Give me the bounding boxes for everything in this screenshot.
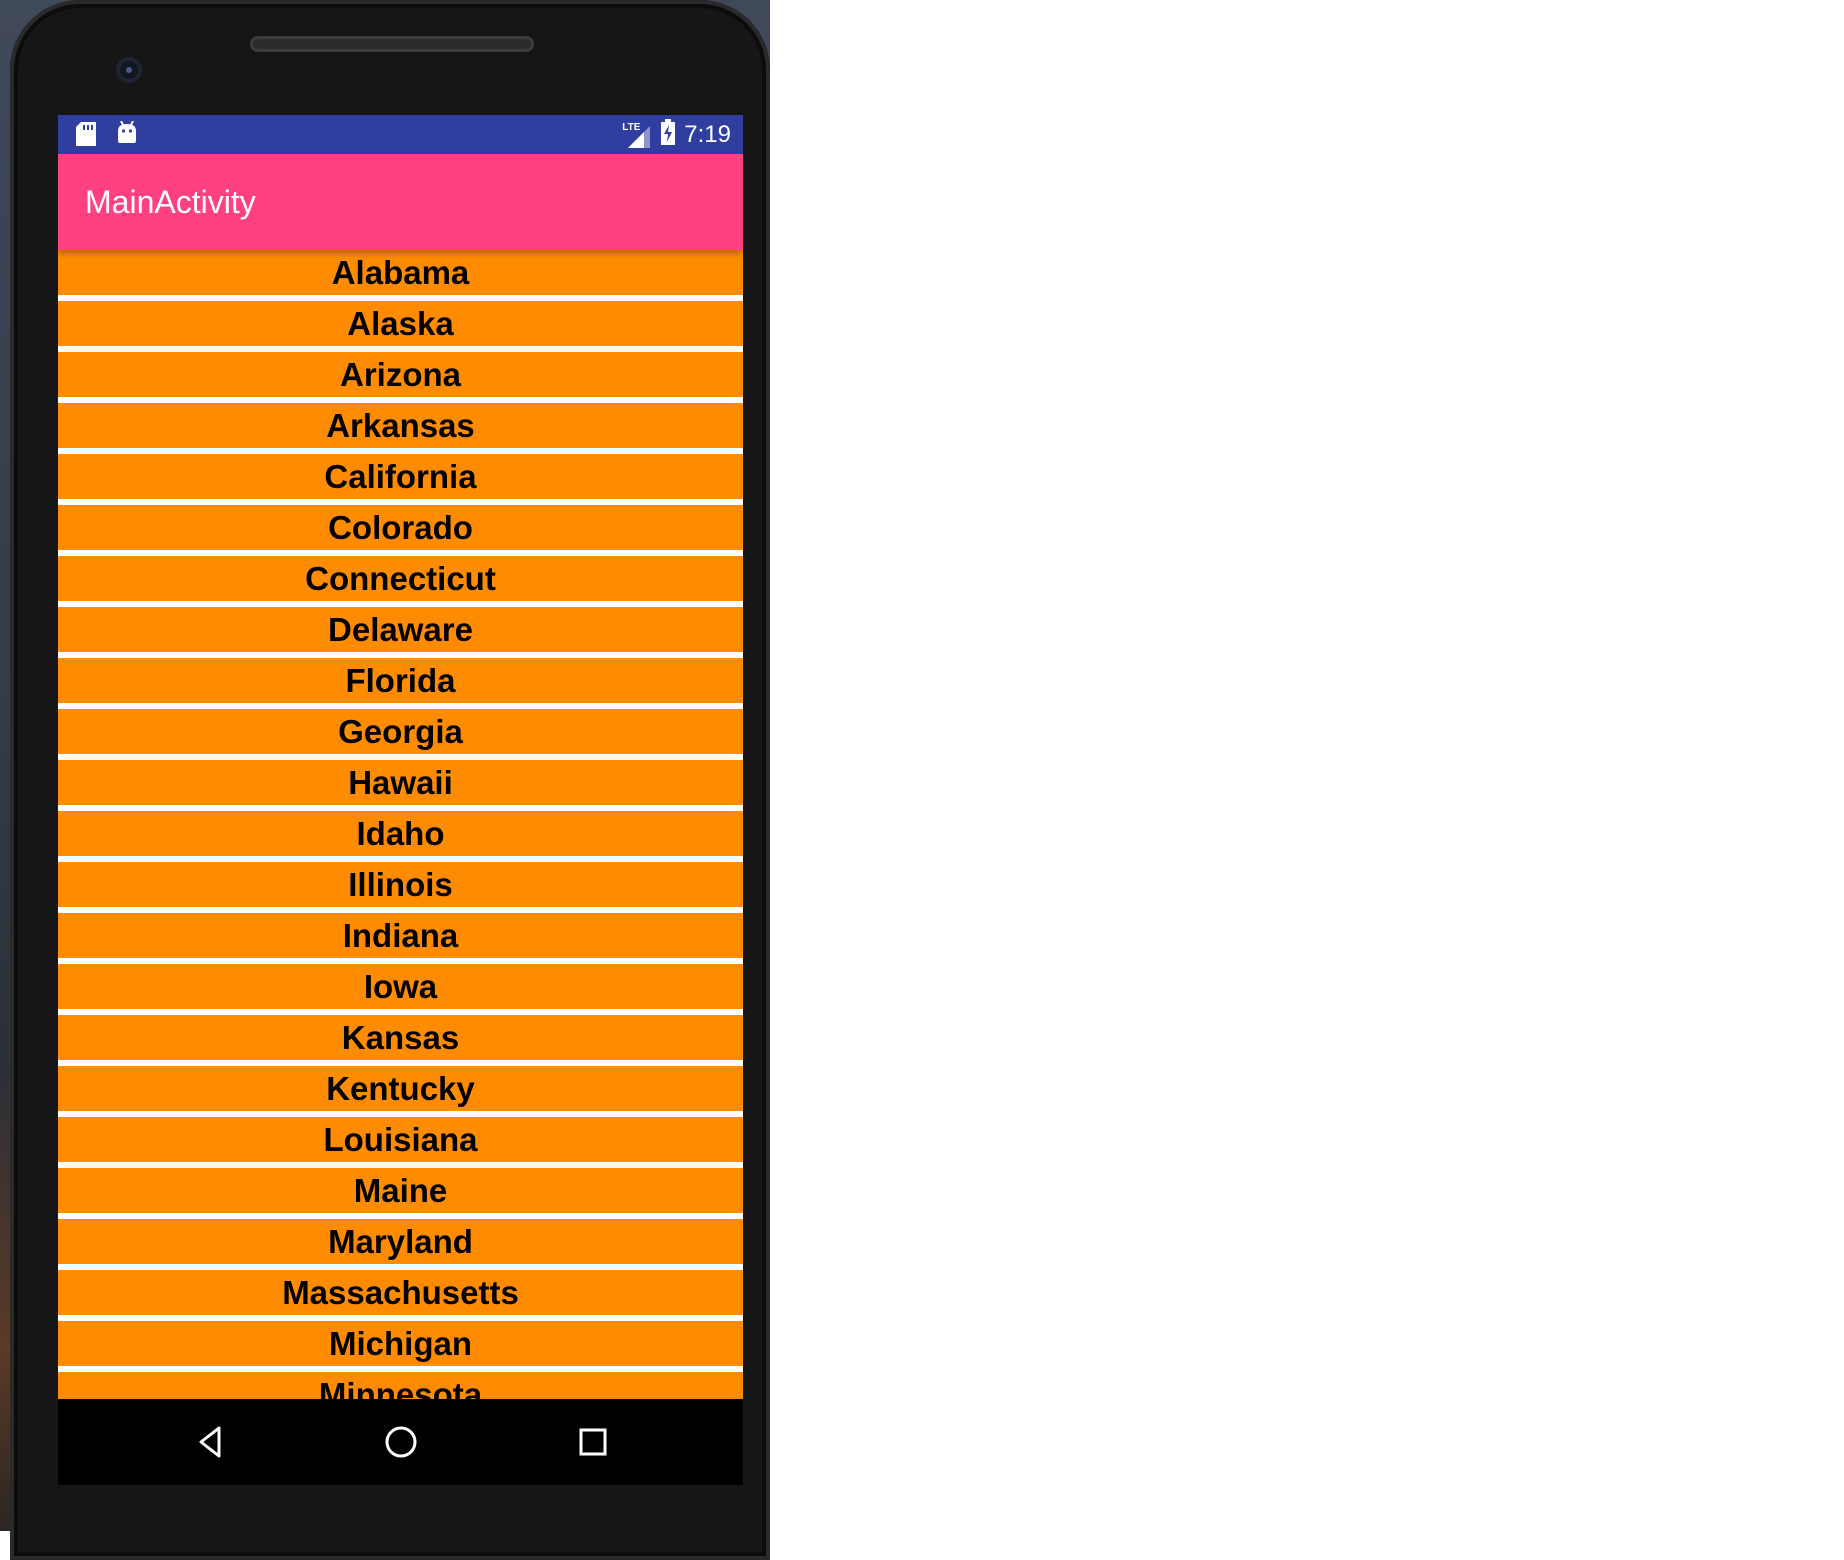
list-item-label: Kentucky: [326, 1069, 475, 1107]
home-icon[interactable]: [378, 1419, 424, 1465]
list-item-label: Florida: [345, 661, 456, 699]
list-item-label: Delaware: [328, 610, 473, 648]
list-item[interactable]: California: [58, 454, 743, 499]
list-item[interactable]: Louisiana: [58, 1117, 743, 1162]
speaker-grille: [250, 36, 534, 52]
list-item-label: Arkansas: [326, 406, 475, 444]
list-item[interactable]: Kansas: [58, 1015, 743, 1060]
list-item[interactable]: Hawaii: [58, 760, 743, 805]
front-camera: [116, 57, 142, 83]
list-item-label: Iowa: [363, 967, 438, 1005]
list-item[interactable]: Michigan: [58, 1321, 743, 1366]
list-item[interactable]: Florida: [58, 658, 743, 703]
list-item[interactable]: Arkansas: [58, 403, 743, 448]
list-item-label: Minnesota: [318, 1375, 483, 1400]
list-item-label: Alabama: [331, 253, 470, 291]
list-item[interactable]: Indiana: [58, 913, 743, 958]
list-item[interactable]: Iowa: [58, 964, 743, 1009]
list-item-label: Maryland: [328, 1222, 473, 1260]
navigation-bar: [58, 1399, 743, 1485]
status-time: 7:19: [684, 120, 731, 148]
battery-charging-icon: [660, 119, 676, 150]
screen: LTE 7:19 MainActivity Alabama Alaska Arizo…: [58, 115, 743, 1485]
list-item-label: Kansas: [341, 1018, 460, 1056]
list-item-label: Colorado: [328, 508, 473, 546]
list-item[interactable]: Kentucky: [58, 1066, 743, 1111]
android-icon: [116, 120, 138, 150]
phone-frame: LTE 7:19 MainActivity Alabama Alaska Arizo…: [10, 0, 770, 1560]
app-title: MainActivity: [85, 184, 256, 220]
list-item[interactable]: Georgia: [58, 709, 743, 754]
list-item[interactable]: Alaska: [58, 301, 743, 346]
list-item-label: Connecticut: [305, 559, 496, 597]
list-item[interactable]: Idaho: [58, 811, 743, 856]
list-item-label: Michigan: [328, 1324, 472, 1362]
list-item[interactable]: Massachusetts: [58, 1270, 743, 1315]
list-item-label: Massachusetts: [282, 1273, 519, 1311]
list-item[interactable]: Alabama: [58, 250, 743, 295]
app-bar: MainActivity: [58, 154, 743, 250]
list-item-label: California: [324, 457, 477, 495]
list-item-label: Arizona: [339, 355, 461, 393]
list-item[interactable]: Arizona: [58, 352, 743, 397]
list-item-label: Georgia: [338, 712, 463, 750]
list-item[interactable]: Maryland: [58, 1219, 743, 1264]
recents-icon[interactable]: [570, 1419, 616, 1465]
list-item-label: Illinois: [348, 865, 453, 903]
list-item[interactable]: Minnesota: [58, 1372, 743, 1399]
list-item[interactable]: Delaware: [58, 607, 743, 652]
status-bar: LTE 7:19: [58, 115, 743, 154]
states-list[interactable]: Alabama Alaska Arizona Arkansas California Co…: [58, 250, 743, 1399]
list-item-label: Idaho: [356, 814, 445, 852]
list-item[interactable]: Colorado: [58, 505, 743, 550]
list-item-label: Hawaii: [348, 763, 453, 801]
sd-card-icon: [76, 122, 96, 151]
list-item-label: Indiana: [342, 916, 459, 954]
lte-signal-icon: LTE: [622, 122, 652, 148]
list-item[interactable]: Connecticut: [58, 556, 743, 601]
list-item[interactable]: Maine: [58, 1168, 743, 1213]
list-item-label: Alaska: [347, 304, 454, 342]
list-item-label: Louisiana: [323, 1120, 478, 1158]
back-icon[interactable]: [188, 1419, 234, 1465]
list-item-label: Maine: [353, 1171, 448, 1209]
list-item[interactable]: Illinois: [58, 862, 743, 907]
